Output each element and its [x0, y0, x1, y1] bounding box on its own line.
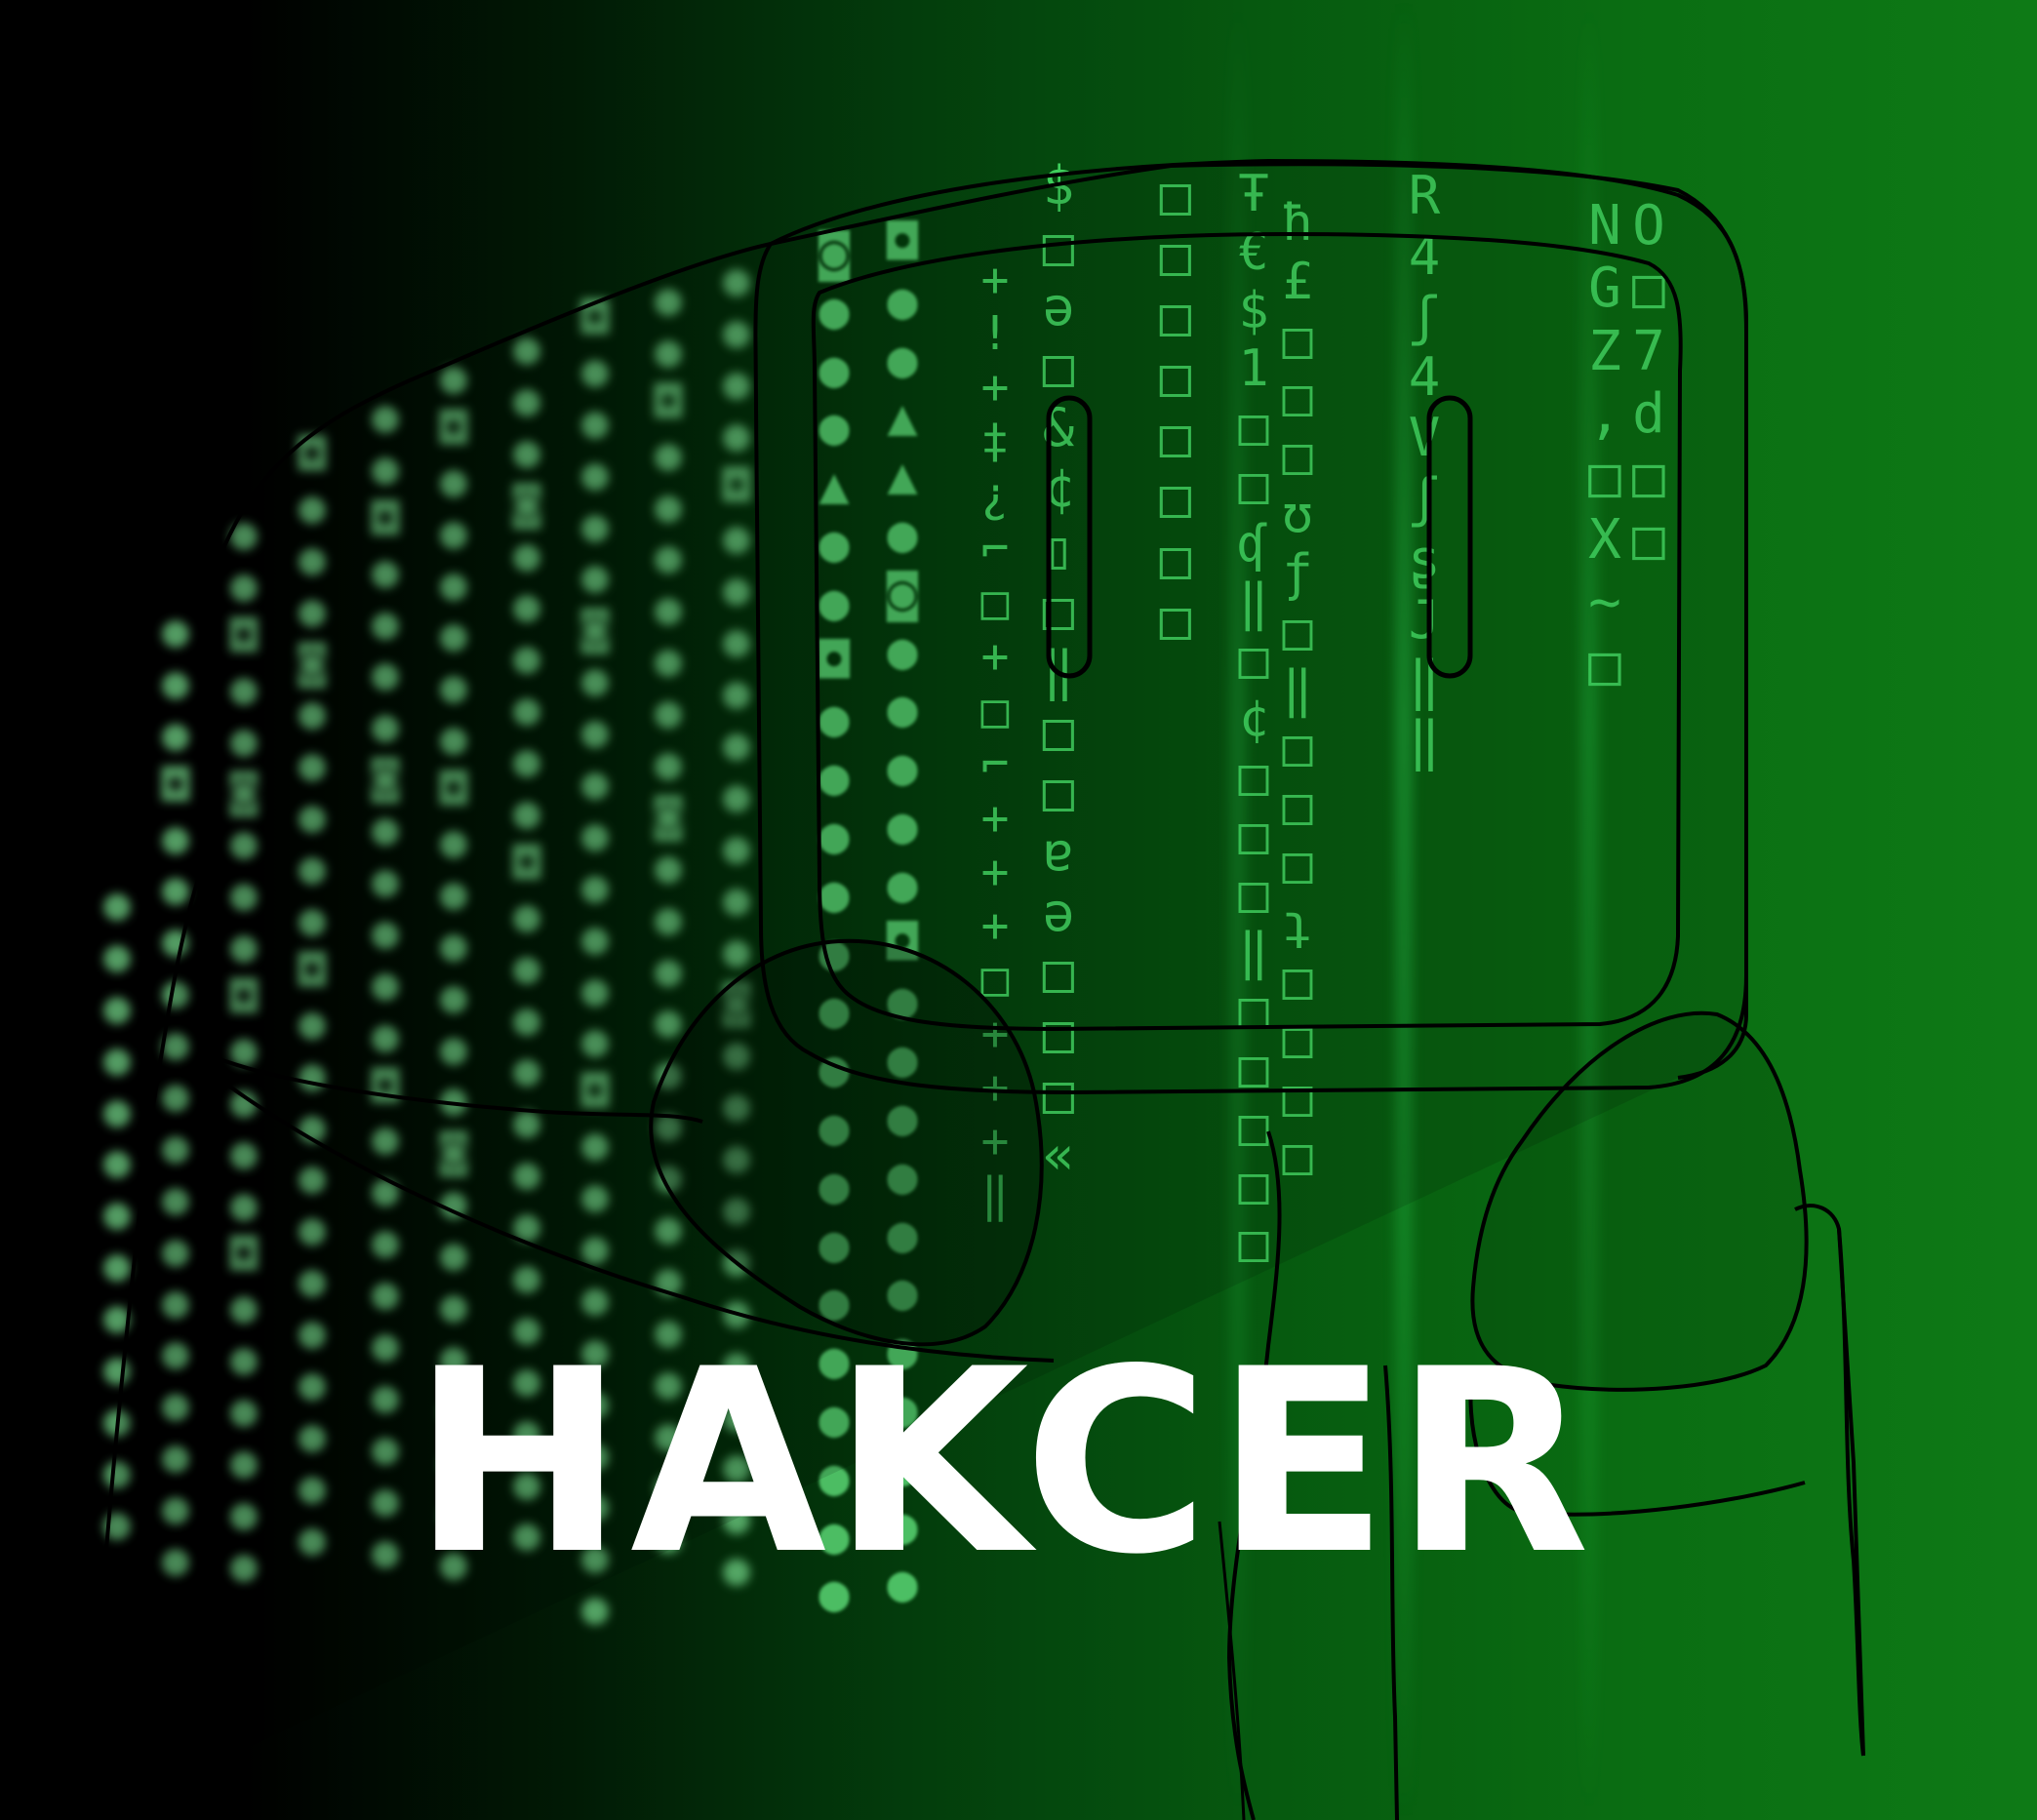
hacker-poster: ● ● ◘ ● ● ◙ ● ● ● ◘ ● ● ● ● ◘ ● ● ● ● ● … [0, 0, 2037, 1820]
headline-text: HAKCER [412, 1316, 1596, 1610]
